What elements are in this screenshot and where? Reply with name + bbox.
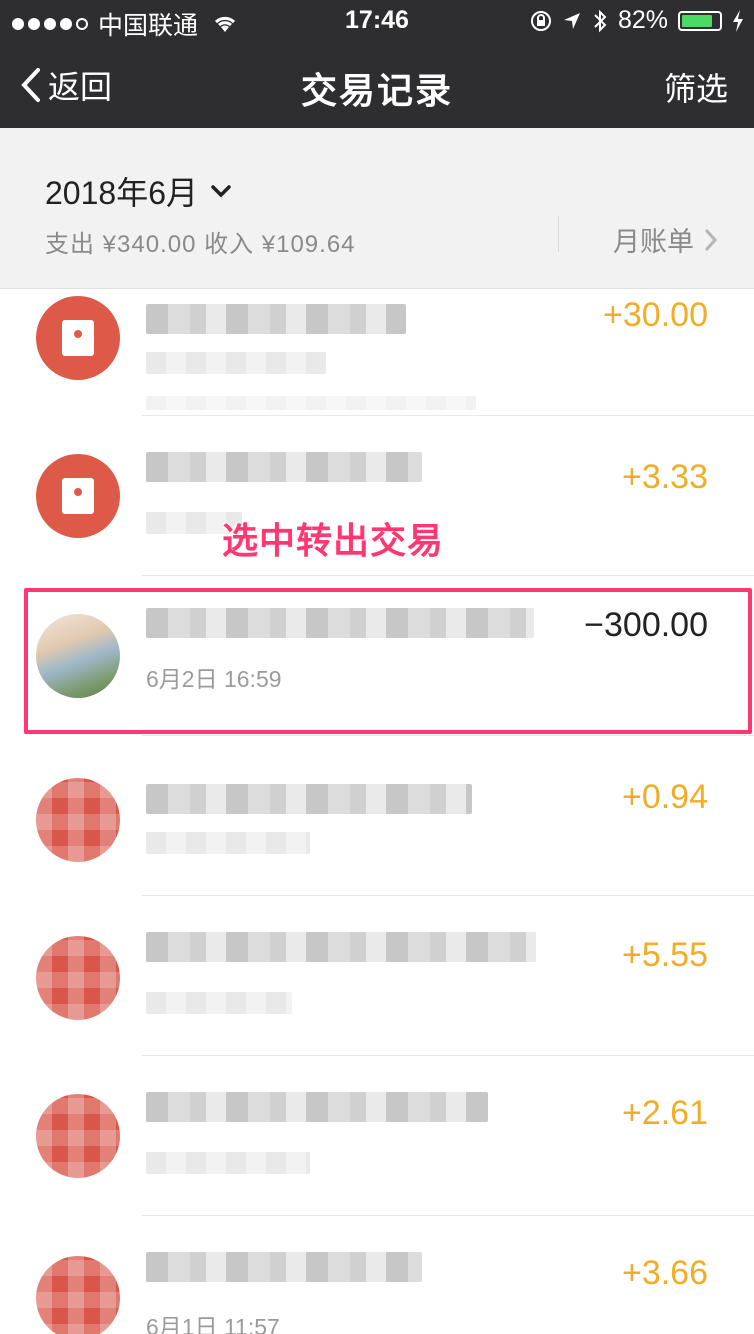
chevron-down-icon: [211, 185, 231, 198]
blurred-subtitle: [146, 832, 310, 854]
transaction-amount: +3.66: [621, 1254, 708, 1292]
blurred-subtitle: [146, 992, 292, 1014]
month-totals: 支出 ¥340.00 收入 ¥109.64: [45, 231, 356, 258]
filter-button[interactable]: 筛选: [664, 64, 728, 110]
annotation-label: 选中转出交易: [222, 520, 445, 561]
transaction-amount: +30.00: [603, 296, 708, 334]
transaction-row[interactable]: 6月1日 11:57 +3.66: [0, 1216, 754, 1334]
transaction-amount: +0.94: [621, 778, 708, 816]
transaction-row[interactable]: +5.55: [0, 896, 754, 1056]
transaction-amount: +2.61: [621, 1094, 708, 1132]
red-packet-icon: [36, 296, 120, 380]
monthly-bill-label: 月账单: [613, 227, 694, 257]
status-right: 82%: [530, 6, 744, 35]
blurred-subtitle: [146, 352, 326, 374]
transaction-row[interactable]: +0.94: [0, 736, 754, 896]
battery-icon: [678, 10, 722, 31]
blurred-subtitle: [146, 1152, 310, 1174]
month-label: 2018年6月: [45, 175, 198, 211]
status-bar: 中国联通 17:46 82%: [0, 0, 754, 40]
red-packet-icon: [36, 1256, 120, 1334]
battery-percent: 82%: [617, 6, 668, 34]
month-selector[interactable]: 2018年6月: [45, 168, 232, 214]
page-title: 交易记录: [300, 70, 453, 111]
blurred-detail: [146, 396, 476, 410]
transaction-row[interactable]: +2.61: [0, 1056, 754, 1216]
battery-level: [682, 14, 712, 27]
blurred-title: [146, 1092, 488, 1122]
blurred-title: [146, 304, 406, 334]
transaction-row[interactable]: +30.00: [0, 288, 754, 416]
transaction-amount: +5.55: [621, 936, 708, 974]
transaction-amount: +3.33: [621, 458, 708, 496]
charging-icon: [733, 9, 743, 32]
red-packet-icon: [36, 936, 120, 1020]
transaction-list: +30.00 +3.33 6月2日 16:59 −300.00 +0.94 +5…: [0, 288, 754, 1334]
blurred-title: [146, 452, 422, 482]
divider: [558, 216, 559, 252]
blurred-title: [146, 784, 472, 814]
transaction-date: 6月1日 11:57: [146, 1314, 280, 1334]
nav-bar: 返回 交易记录 筛选: [0, 40, 754, 128]
selection-highlight: [24, 588, 752, 734]
lock-rotation-icon: [530, 10, 551, 31]
red-packet-icon: [36, 454, 120, 538]
red-packet-icon: [36, 1094, 120, 1178]
bluetooth-icon: [594, 9, 607, 32]
location-icon: [563, 12, 580, 29]
blurred-title: [146, 1252, 422, 1282]
blurred-title: [146, 932, 536, 962]
monthly-bill-link[interactable]: 月账单: [613, 220, 718, 259]
red-packet-icon: [36, 778, 120, 862]
month-summary: 2018年6月 支出 ¥340.00 收入 ¥109.64 月账单: [0, 128, 754, 289]
chevron-right-icon: [705, 229, 718, 250]
